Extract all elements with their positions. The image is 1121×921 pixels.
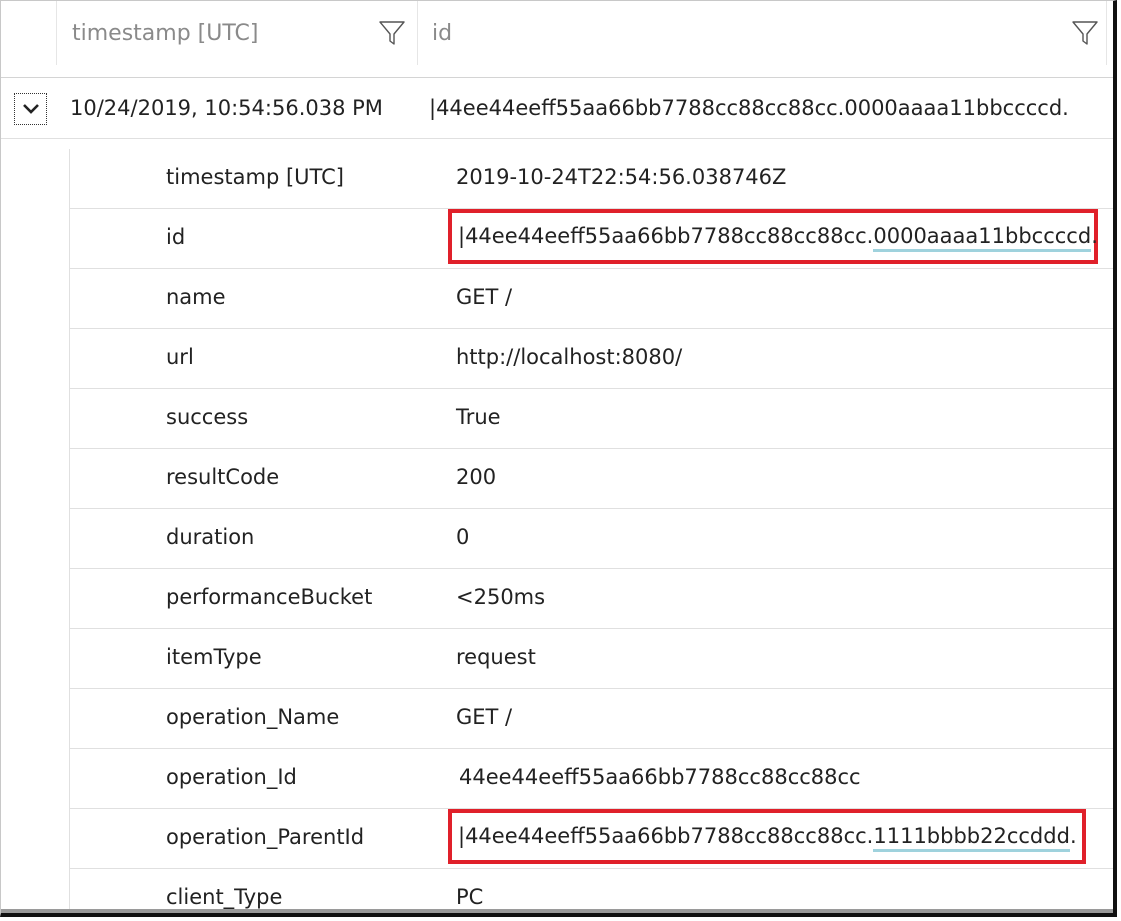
detail-key: id [166,225,186,249]
detail-value: request [456,645,536,669]
detail-key: itemType [166,645,262,669]
row-timestamp: 10/24/2019, 10:54:56.038 PM [70,96,383,120]
detail-key: operation_Id [166,765,297,789]
detail-row-success: success True [70,389,1113,449]
detail-row-id: id |44ee44eeff55aa66bb7788cc88cc88cc.000… [70,209,1113,269]
value-highlight: 1111bbbb22ccddd [873,824,1070,852]
detail-key: duration [166,525,255,549]
value-highlight: 0000aaaa11bbccccd [873,224,1092,252]
detail-key: url [166,345,194,369]
detail-key: resultCode [166,465,280,489]
column-header-timestamp[interactable]: timestamp [UTC] [57,1,418,65]
detail-value: 200 [456,465,497,489]
detail-value: GET / [456,705,513,729]
detail-row-timestamp: timestamp [UTC] 2019-10-24T22:54:56.0387… [70,149,1113,209]
detail-value: GET / [456,285,513,309]
detail-value: http://localhost:8080/ [456,345,683,369]
detail-row-url: url http://localhost:8080/ [70,329,1113,389]
detail-row-itemtype: itemType request [70,629,1113,689]
detail-row-resultcode: resultCode 200 [70,449,1113,509]
detail-row-duration: duration 0 [70,509,1113,569]
detail-value: 2019-10-24T22:54:56.038746Z [456,165,787,189]
detail-value: |44ee44eeff55aa66bb7788cc88cc88cc.0000aa… [458,224,1098,252]
expand-column-header [1,1,57,65]
detail-row-performancebucket: performanceBucket <250ms [70,569,1113,629]
value-suffix: . [1069,824,1077,848]
detail-row-name: name GET / [70,269,1113,329]
expand-toggle-button[interactable] [14,93,47,125]
chevron-down-icon [22,100,40,119]
funnel-icon[interactable] [379,20,405,46]
detail-value: |44ee44eeff55aa66bb7788cc88cc88cc.1111bb… [458,824,1077,852]
row-id: |44ee44eeff55aa66bb7788cc88cc88cc.0000aa… [429,96,1069,120]
column-header-label: id [432,20,453,46]
detail-value: 0 [456,525,470,549]
value-suffix: . [1091,224,1098,248]
funnel-icon[interactable] [1072,20,1098,46]
detail-key: timestamp [UTC] [166,165,344,189]
detail-key: success [166,405,249,429]
table-row[interactable]: 10/24/2019, 10:54:56.038 PM |44ee44eeff5… [1,79,1113,139]
detail-value: <250ms [456,585,546,609]
horizontal-scrollbar[interactable] [1,909,1113,913]
header-divider [1,77,1113,78]
column-header-id[interactable]: id [418,1,1107,65]
detail-key: performanceBucket [166,585,373,609]
detail-key: operation_ParentId [166,825,365,849]
highlight-box: |44ee44eeff55aa66bb7788cc88cc88cc.0000aa… [448,209,1098,264]
value-prefix: |44ee44eeff55aa66bb7788cc88cc88cc. [458,224,874,248]
detail-row-operation-parentid: operation_ParentId |44ee44eeff55aa66bb77… [70,809,1113,869]
detail-key: operation_Name [166,705,340,729]
detail-value: True [456,405,501,429]
column-header-label: timestamp [UTC] [72,20,259,46]
detail-row-operation-id: operation_Id 44ee44eeff55aa66bb7788cc88c… [70,749,1113,809]
detail-row-operation-name: operation_Name GET / [70,689,1113,749]
row-details: timestamp [UTC] 2019-10-24T22:54:56.0387… [69,149,1113,913]
detail-key: client_Type [166,885,283,909]
detail-value: 44ee44eeff55aa66bb7788cc88cc88cc [459,765,861,789]
detail-key: name [166,285,226,309]
value-prefix: |44ee44eeff55aa66bb7788cc88cc88cc. [458,824,874,848]
highlight-box: |44ee44eeff55aa66bb7788cc88cc88cc.1111bb… [448,809,1086,864]
results-grid: timestamp [UTC] id 10/24/2019, 10:54:56.… [0,0,1117,917]
detail-value: PC [456,885,484,909]
grid-header: timestamp [UTC] id [1,1,1113,71]
